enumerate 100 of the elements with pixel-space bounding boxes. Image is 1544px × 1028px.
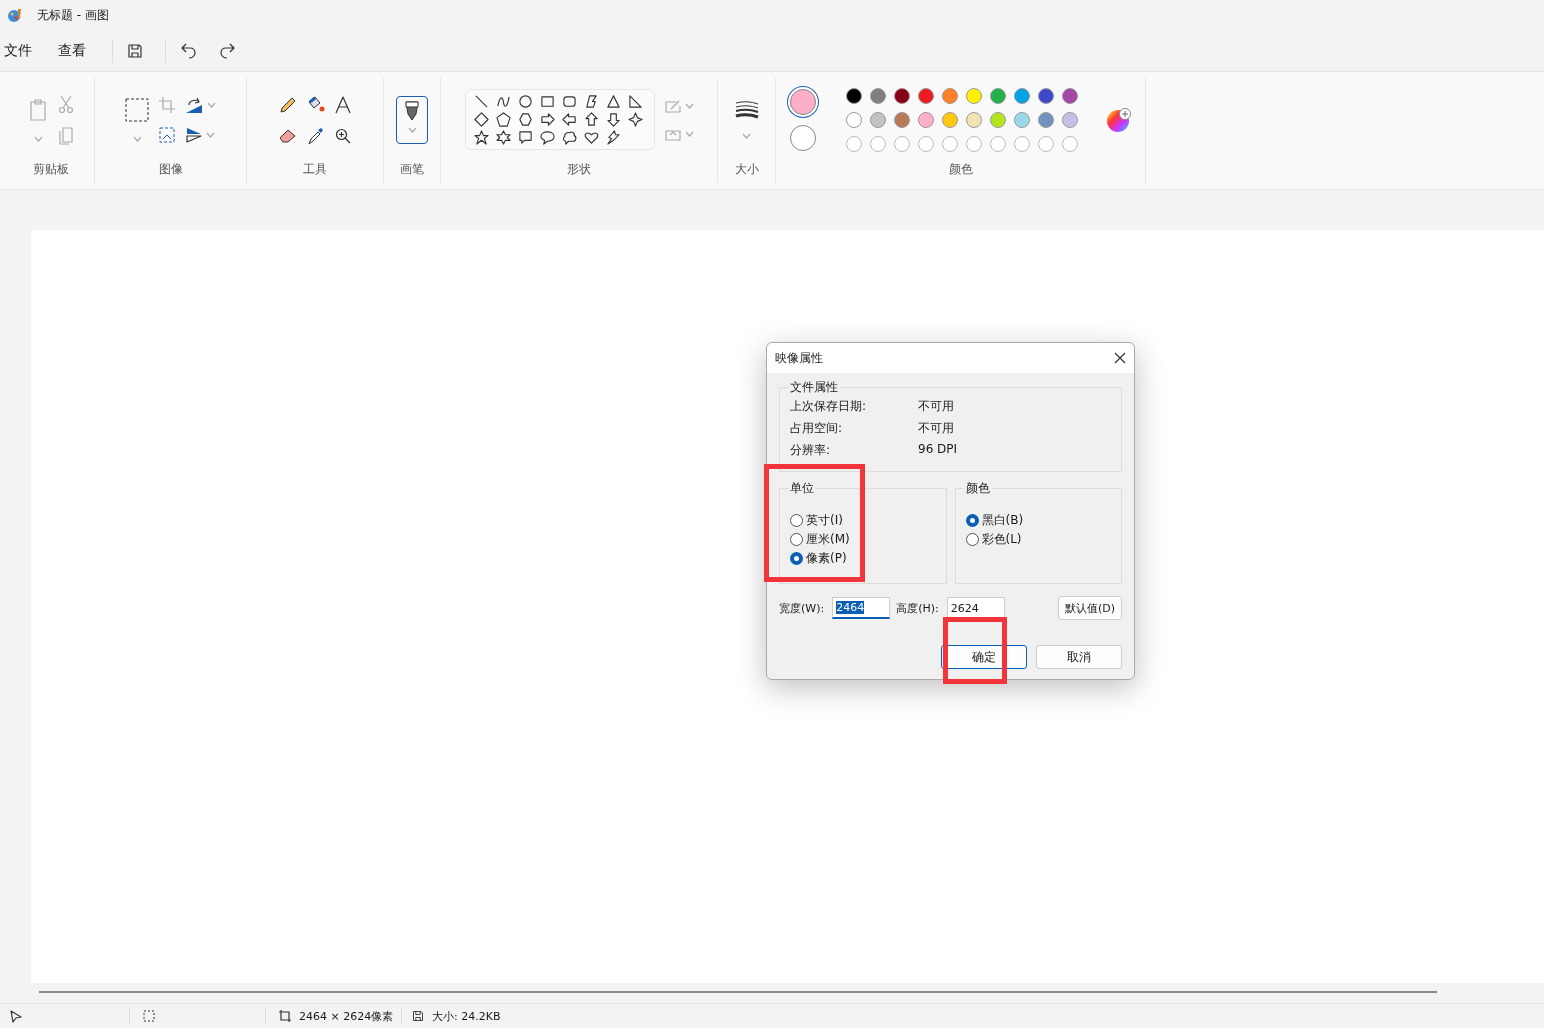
color-wheel-icon[interactable] (1105, 106, 1132, 133)
polygon-icon[interactable] (583, 94, 599, 109)
empty-color-slot[interactable] (869, 135, 886, 152)
color-swatch[interactable] (941, 111, 958, 128)
scrollbar[interactable] (39, 991, 1437, 993)
current-color[interactable] (789, 124, 816, 151)
dialog-title: 映像属性 (775, 349, 823, 367)
empty-color-slot[interactable] (893, 135, 910, 152)
color-swatch[interactable] (845, 111, 862, 128)
color-swatch[interactable] (965, 87, 982, 104)
resize-icon[interactable] (159, 126, 175, 143)
empty-color-slot[interactable] (917, 135, 934, 152)
flip-icon[interactable] (186, 126, 202, 143)
color-swatch[interactable] (1061, 87, 1078, 104)
clipboard-icon[interactable] (28, 97, 48, 122)
save-icon[interactable] (127, 42, 143, 59)
color-swatch[interactable] (869, 111, 886, 128)
color-swatch[interactable] (989, 111, 1006, 128)
close-button[interactable] (1114, 352, 1126, 364)
field-label: 宽度(W): (779, 600, 825, 616)
selection-size-icon (143, 1010, 155, 1022)
color-swatch[interactable] (941, 87, 958, 104)
menu-item[interactable]: 文件 (4, 37, 32, 64)
eyedropper-icon[interactable] (308, 126, 324, 145)
height-field[interactable]: 2624 (946, 597, 1005, 619)
paint-bucket-icon[interactable] (307, 94, 325, 113)
group-label: 图像 (157, 161, 184, 178)
right-arrow-icon[interactable] (539, 112, 555, 127)
down-arrow-icon[interactable] (605, 112, 621, 127)
line-icon[interactable] (473, 94, 489, 109)
empty-color-slot[interactable] (845, 135, 862, 152)
color-swatch[interactable] (1037, 87, 1054, 104)
color-swatch[interactable] (1061, 111, 1078, 128)
selection-icon[interactable] (125, 97, 149, 122)
right-triangle-icon[interactable] (627, 94, 643, 109)
property-value: 不可用 (918, 420, 955, 437)
radio-button[interactable] (790, 552, 803, 565)
radio-option[interactable]: 英寸(I) (790, 511, 843, 530)
empty-color-slot[interactable] (941, 135, 958, 152)
lightning-icon[interactable] (605, 130, 621, 145)
color-swatch[interactable] (1037, 111, 1054, 128)
color-swatch[interactable] (917, 87, 934, 104)
color-swatch[interactable] (1013, 111, 1030, 128)
left-arrow-icon[interactable] (561, 112, 577, 127)
color-swatch[interactable] (869, 87, 886, 104)
triangle-icon[interactable] (605, 94, 621, 109)
cloud-callout-icon[interactable] (561, 130, 577, 145)
diamond-icon[interactable] (473, 112, 489, 127)
group-label: 颜色 (964, 480, 991, 497)
menu-item[interactable]: 查看 (58, 37, 86, 64)
four-point-star-icon[interactable] (627, 112, 643, 127)
group-label: 颜色 (947, 161, 974, 178)
radio-option[interactable]: 彩色(L) (965, 530, 1022, 549)
text-icon[interactable] (335, 95, 351, 114)
radio-option[interactable]: 黑白(B) (965, 511, 1024, 530)
app-icon (7, 7, 23, 23)
default-button[interactable]: 默认值(D) (1057, 596, 1122, 620)
pencil-icon[interactable] (279, 95, 297, 114)
radio-button[interactable] (965, 533, 979, 546)
color-swatch[interactable] (845, 87, 862, 104)
empty-color-slot[interactable] (1013, 135, 1030, 152)
color-swatch[interactable] (893, 87, 910, 104)
six-point-star-icon[interactable] (495, 130, 511, 145)
line-size-icon[interactable] (734, 100, 759, 119)
rectangle-callout-icon[interactable] (517, 130, 533, 145)
group-label: 剪贴板 (32, 161, 70, 178)
rectangle-icon[interactable] (539, 94, 555, 109)
color-swatch[interactable] (965, 111, 982, 128)
empty-color-slot[interactable] (1061, 135, 1078, 152)
field-label: 高度(H): (896, 600, 939, 616)
pentagon-icon[interactable] (495, 112, 511, 127)
oval-callout-icon[interactable] (539, 130, 555, 145)
save-icon (412, 1010, 424, 1022)
up-arrow-icon[interactable] (583, 112, 599, 127)
radio-button[interactable] (790, 533, 803, 546)
color-swatch[interactable] (1013, 87, 1030, 104)
magnifier-icon[interactable] (335, 127, 351, 144)
rotate-icon[interactable] (185, 96, 203, 113)
file-size: 大小: 24.2KB (432, 1008, 501, 1024)
eraser-icon[interactable] (279, 127, 297, 144)
empty-color-slot[interactable] (965, 135, 982, 152)
width-field[interactable]: 2464 (832, 597, 891, 619)
curve-icon[interactable] (495, 94, 511, 109)
empty-color-slot[interactable] (1037, 135, 1054, 152)
hexagon-icon[interactable] (517, 112, 533, 127)
brush-button[interactable] (396, 95, 428, 144)
current-color[interactable] (789, 88, 816, 115)
redo-icon[interactable] (219, 42, 236, 59)
radio-option[interactable]: 厘米(M) (790, 530, 850, 549)
radio-button[interactable] (965, 514, 979, 527)
empty-color-slot[interactable] (989, 135, 1006, 152)
color-swatch[interactable] (893, 111, 910, 128)
color-swatch[interactable] (917, 111, 934, 128)
color-swatch[interactable] (989, 87, 1006, 104)
heart-icon[interactable] (583, 130, 599, 145)
five-point-star-icon[interactable] (473, 130, 489, 145)
radio-option[interactable]: 像素(P) (790, 549, 847, 568)
undo-icon[interactable] (180, 42, 197, 59)
cancel-button[interactable]: 取消 (1036, 645, 1122, 669)
radio-button[interactable] (790, 514, 803, 527)
